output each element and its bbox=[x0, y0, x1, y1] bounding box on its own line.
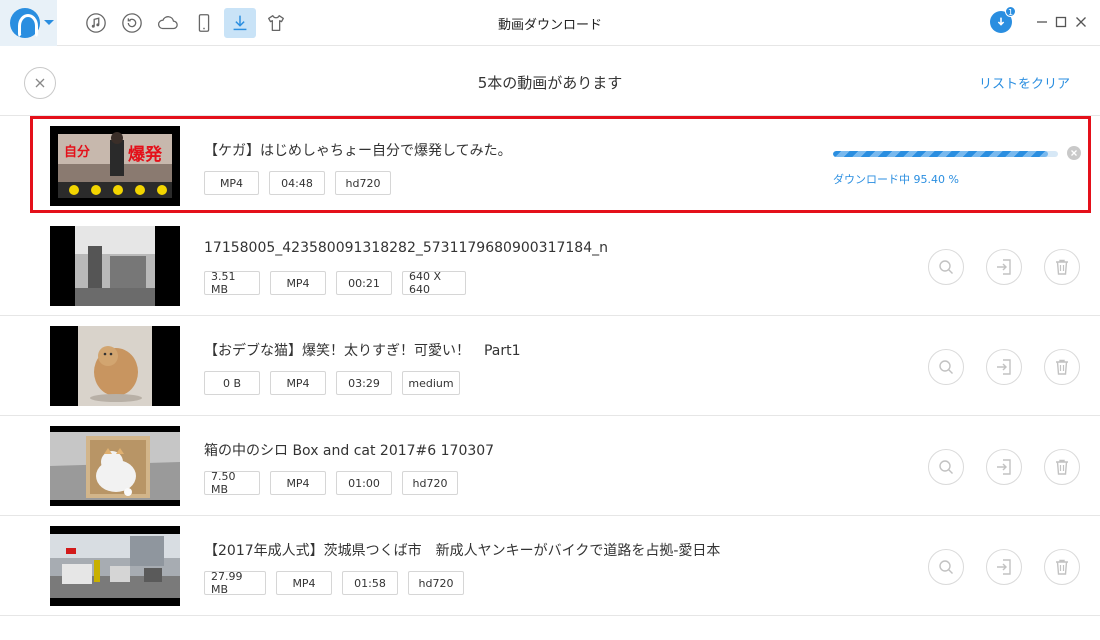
delete-button[interactable] bbox=[1044, 349, 1080, 385]
format-tag: MP4 bbox=[204, 171, 259, 195]
svg-text:爆発: 爆発 bbox=[128, 144, 163, 165]
progress-fill bbox=[833, 151, 1048, 157]
export-icon bbox=[997, 459, 1011, 475]
format-tag: MP4 bbox=[270, 471, 326, 495]
cloud-icon[interactable] bbox=[156, 11, 180, 35]
download-progress: ダウンロード中 95.40 % bbox=[833, 151, 1058, 187]
search-icon bbox=[939, 360, 953, 374]
item-actions bbox=[928, 449, 1080, 485]
video-tags: 7.50 MB MP4 01:00 hd720 bbox=[204, 470, 458, 496]
progress-status-text: ダウンロード中 95.40 % bbox=[833, 173, 959, 186]
svg-text:自分: 自分 bbox=[64, 144, 90, 160]
trash-icon bbox=[1056, 559, 1068, 575]
export-button[interactable] bbox=[986, 449, 1022, 485]
format-tag: MP4 bbox=[276, 571, 332, 595]
size-tag: 3.51 MB bbox=[204, 270, 260, 296]
export-icon bbox=[997, 259, 1011, 275]
resolution-tag: 640 X 640 bbox=[402, 270, 466, 296]
restore-icon[interactable] bbox=[120, 11, 144, 35]
video-title: 17158005_423580091318282_573117968090031… bbox=[204, 240, 608, 256]
phone-icon[interactable] bbox=[192, 11, 216, 35]
size-tag: 7.50 MB bbox=[204, 470, 260, 496]
item-actions bbox=[928, 349, 1080, 385]
duration-tag: 00:21 bbox=[336, 271, 392, 295]
video-thumbnail[interactable] bbox=[50, 226, 180, 306]
list-header: 5本の動画があります リストをクリア bbox=[0, 46, 1100, 116]
list-item: 17158005_423580091318282_573117968090031… bbox=[0, 216, 1100, 316]
trash-icon bbox=[1056, 259, 1068, 275]
duration-tag: 01:00 bbox=[336, 471, 392, 495]
search-button[interactable] bbox=[928, 449, 964, 485]
video-tags: 27.99 MB MP4 01:58 hd720 bbox=[204, 570, 464, 596]
size-tag: 0 B bbox=[204, 371, 260, 395]
video-tags: 3.51 MB MP4 00:21 640 X 640 bbox=[204, 270, 466, 296]
quality-tag: hd720 bbox=[402, 471, 458, 495]
tshirt-icon[interactable] bbox=[264, 11, 288, 35]
export-button[interactable] bbox=[986, 249, 1022, 285]
downloading-item: 自分 爆発 【ケガ】はじめしゃちょー自分で爆発してみた。 MP4 04:48 h… bbox=[30, 116, 1091, 213]
download-count-badge: 1 bbox=[1005, 6, 1016, 17]
export-button[interactable] bbox=[986, 549, 1022, 585]
progress-track bbox=[833, 151, 1058, 157]
quality-tag: hd720 bbox=[408, 571, 464, 595]
video-title: 【2017年成人式】茨城県つくば市 新成人ヤンキーがバイクで道路を占拠-愛日本 bbox=[204, 543, 721, 559]
list-item: 【2017年成人式】茨城県つくば市 新成人ヤンキーがバイクで道路を占拠-愛日本 … bbox=[0, 516, 1100, 616]
export-button[interactable] bbox=[986, 349, 1022, 385]
app-logo-icon[interactable] bbox=[10, 8, 40, 38]
music-icon[interactable] bbox=[84, 11, 108, 35]
video-title: 【ケガ】はじめしゃちょー自分で爆発してみた。 bbox=[204, 143, 512, 159]
app-logo-menu[interactable] bbox=[0, 0, 57, 46]
duration-tag: 03:29 bbox=[336, 371, 392, 395]
video-tags: 0 B MP4 03:29 medium bbox=[204, 371, 460, 395]
format-tag: MP4 bbox=[270, 271, 326, 295]
chevron-down-icon[interactable] bbox=[44, 20, 54, 25]
search-button[interactable] bbox=[928, 349, 964, 385]
trash-icon bbox=[1056, 459, 1068, 475]
cancel-download-button[interactable] bbox=[1067, 146, 1081, 160]
delete-button[interactable] bbox=[1044, 549, 1080, 585]
close-window-icon[interactable] bbox=[1072, 13, 1090, 31]
close-button[interactable] bbox=[24, 67, 56, 99]
title-bar: 動画ダウンロード 1 bbox=[0, 0, 1100, 46]
video-thumbnail[interactable] bbox=[50, 426, 180, 506]
download-icon[interactable] bbox=[224, 8, 256, 38]
quality-tag: hd720 bbox=[335, 171, 391, 195]
duration-tag: 01:58 bbox=[342, 571, 398, 595]
clear-list-link[interactable]: リストをクリア bbox=[979, 73, 1070, 92]
maximize-icon[interactable] bbox=[1052, 13, 1070, 31]
video-thumbnail[interactable] bbox=[50, 526, 180, 606]
search-icon bbox=[939, 260, 953, 274]
format-tag: MP4 bbox=[270, 371, 326, 395]
search-icon bbox=[939, 460, 953, 474]
video-thumbnail[interactable]: 自分 爆発 bbox=[50, 126, 180, 206]
duration-tag: 04:48 bbox=[269, 171, 325, 195]
video-thumbnail[interactable] bbox=[50, 326, 180, 406]
quality-tag: medium bbox=[402, 371, 460, 395]
size-tag: 27.99 MB bbox=[204, 570, 266, 596]
close-icon bbox=[1071, 150, 1077, 156]
page-title: 5本の動画があります bbox=[477, 74, 623, 92]
list-item: 【おデブな猫】爆笑！太りすぎ！可愛い！ Part1 0 B MP4 03:29 … bbox=[0, 316, 1100, 416]
video-tags: MP4 04:48 hd720 bbox=[204, 171, 391, 195]
delete-button[interactable] bbox=[1044, 249, 1080, 285]
video-title: 箱の中のシロ Box and cat 2017#6 170307 bbox=[204, 443, 495, 459]
search-button[interactable] bbox=[928, 249, 964, 285]
export-icon bbox=[997, 559, 1011, 575]
video-title: 【おデブな猫】爆笑！太りすぎ！可愛い！ Part1 bbox=[204, 343, 521, 359]
item-actions bbox=[928, 249, 1080, 285]
search-button[interactable] bbox=[928, 549, 964, 585]
search-icon bbox=[939, 560, 953, 574]
export-icon bbox=[997, 359, 1011, 375]
close-icon bbox=[35, 78, 45, 88]
delete-button[interactable] bbox=[1044, 449, 1080, 485]
minimize-icon[interactable] bbox=[1033, 13, 1051, 31]
list-item: 箱の中のシロ Box and cat 2017#6 170307 7.50 MB… bbox=[0, 416, 1100, 516]
item-actions bbox=[928, 549, 1080, 585]
trash-icon bbox=[1056, 359, 1068, 375]
